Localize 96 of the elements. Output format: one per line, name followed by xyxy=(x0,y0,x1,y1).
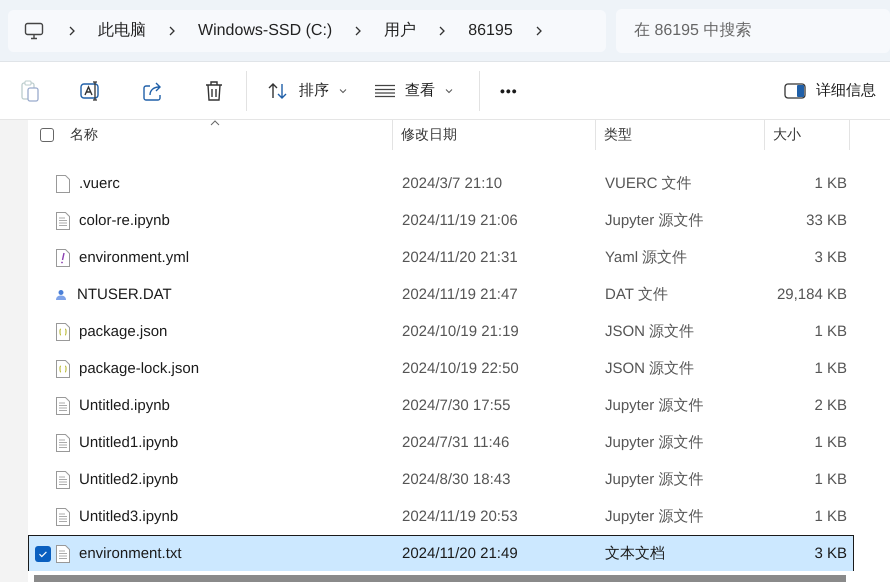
file-size: 3 KB xyxy=(814,249,847,266)
file-size: 1 KB xyxy=(814,508,847,525)
file-row[interactable]: environment.txt 2024/11/20 21:49 文本文档 3 KB xyxy=(28,535,854,571)
file-name: Untitled2.ipynb xyxy=(79,471,178,488)
text-file-icon xyxy=(55,470,71,490)
details-button[interactable]: 详细信息 xyxy=(782,77,878,104)
text-file-icon xyxy=(55,210,71,230)
file-type: 文本文档 xyxy=(605,544,665,563)
details-pane-icon xyxy=(784,82,806,98)
breadcrumb[interactable]: Windows-SSD (C:) xyxy=(198,22,332,40)
file-type: Jupyter 源文件 xyxy=(605,211,704,230)
chevron-right-icon xyxy=(534,24,543,36)
file-name: .vuerc xyxy=(79,175,120,192)
file-size: 1 KB xyxy=(814,323,847,340)
monitor-icon xyxy=(24,22,44,40)
file-row[interactable]: environment.yml 2024/11/20 21:31 Yaml 源文件 3 KB xyxy=(28,239,854,276)
file-row[interactable]: Untitled1.ipynb 2024/7/31 11:46 Jupyter 源文件 1 KB xyxy=(28,424,854,461)
file-type: Jupyter 源文件 xyxy=(605,396,704,415)
lines-icon xyxy=(375,84,395,98)
file-size: 1 KB xyxy=(814,360,847,377)
view-button[interactable]: 查看 xyxy=(373,77,455,104)
file-size: 1 KB xyxy=(814,434,847,451)
text-file-icon xyxy=(55,396,71,416)
file-type: Jupyter 源文件 xyxy=(605,507,704,526)
file-name: Untitled1.ipynb xyxy=(79,434,178,451)
file-name: color-re.ipynb xyxy=(79,212,170,229)
file-type: DAT 文件 xyxy=(605,285,668,304)
modified-date: 2024/7/30 17:55 xyxy=(402,397,510,414)
json-file-icon xyxy=(55,322,71,342)
text-file-icon xyxy=(55,432,71,452)
modified-date: 2024/10/19 22:50 xyxy=(402,360,519,377)
file-type: VUERC 文件 xyxy=(605,174,692,193)
file-row[interactable]: Untitled3.ipynb 2024/11/19 20:53 Jupyter 源文件 1 KB xyxy=(28,498,854,535)
text-file-icon xyxy=(55,506,71,526)
column-header[interactable]: 修改日期 xyxy=(401,126,457,144)
json-file-icon xyxy=(55,358,71,378)
modified-date: 2024/3/7 21:10 xyxy=(402,175,502,192)
file-type: JSON 源文件 xyxy=(605,322,694,341)
file-type: Jupyter 源文件 xyxy=(605,470,704,489)
file-row[interactable]: NTUSER.DAT 2024/11/19 21:47 DAT 文件 29,184 KB xyxy=(28,276,854,313)
file-row[interactable]: package.json 2024/10/19 21:19 JSON 源文件 1 KB xyxy=(28,313,854,350)
caret-icon xyxy=(339,88,347,94)
modified-date: 2024/10/19 21:19 xyxy=(402,323,519,340)
chevron-right-icon xyxy=(354,24,362,36)
chevron-right-icon xyxy=(438,24,446,36)
trash-icon[interactable] xyxy=(204,80,224,102)
file-type: JSON 源文件 xyxy=(605,359,694,378)
sort-button[interactable]: 排序 xyxy=(265,77,349,104)
file-type: Jupyter 源文件 xyxy=(605,433,704,452)
more-button[interactable]: ••• xyxy=(498,78,520,102)
sort-arrows-icon xyxy=(267,82,289,100)
file-name: package.json xyxy=(79,323,168,340)
column-header[interactable]: 大小 xyxy=(773,126,801,144)
chevron-right-icon xyxy=(68,24,76,36)
chevron-right-icon xyxy=(168,24,176,36)
column-header[interactable]: 类型 xyxy=(604,126,632,144)
modified-date: 2024/11/19 21:06 xyxy=(402,212,518,229)
modified-date: 2024/7/31 11:46 xyxy=(402,434,510,451)
modified-date: 2024/11/20 21:49 xyxy=(402,545,518,562)
file-name: Untitled.ipynb xyxy=(79,397,170,414)
breadcrumb[interactable]: 用户 xyxy=(384,20,416,41)
file-name: Untitled3.ipynb xyxy=(79,508,178,525)
file-row[interactable]: Untitled.ipynb 2024/7/30 17:55 Jupyter 源文件 2 KB xyxy=(28,387,854,424)
file-row[interactable]: package-lock.json 2024/10/19 22:50 JSON 源文件 1 KB xyxy=(28,350,854,387)
file-size: 1 KB xyxy=(814,175,847,192)
file-row[interactable]: Untitled2.ipynb 2024/8/30 18:43 Jupyter 源文件 1 KB xyxy=(28,461,854,498)
file-name: environment.txt xyxy=(79,545,182,562)
file-name: NTUSER.DAT xyxy=(77,286,172,303)
file-row[interactable]: .vuerc 2024/3/7 21:10 VUERC 文件 1 KB xyxy=(28,165,854,202)
search-field[interactable]: 在 86195 中搜索 xyxy=(616,8,890,52)
breadcrumb[interactable]: 此电脑 xyxy=(98,20,146,41)
file-size: 3 KB xyxy=(814,545,847,562)
select-all-checkbox[interactable] xyxy=(40,128,54,142)
exclamation-file-icon xyxy=(55,248,71,268)
caret-icon xyxy=(445,88,453,94)
modified-date: 2024/11/20 21:31 xyxy=(402,249,518,266)
address-bar[interactable]: 此电脑 Windows-SSD (C:) 用户 86195 xyxy=(8,10,606,52)
checkbox-checked-icon[interactable] xyxy=(35,546,51,562)
file-type: Yaml 源文件 xyxy=(605,248,688,267)
text-file-icon xyxy=(55,544,71,564)
column-header[interactable]: 名称 xyxy=(70,126,98,144)
modified-date: 2024/11/19 21:47 xyxy=(402,286,518,303)
user-file-icon xyxy=(55,288,69,300)
modified-date: 2024/8/30 18:43 xyxy=(402,471,510,488)
file-name: package-lock.json xyxy=(79,360,200,377)
horizontal-scrollbar[interactable] xyxy=(34,575,846,582)
modified-date: 2024/11/19 20:53 xyxy=(402,508,518,525)
file-size: 1 KB xyxy=(814,471,847,488)
file-row[interactable]: color-re.ipynb 2024/11/19 21:06 Jupyter 源文件 33 KB xyxy=(28,202,854,239)
file-icon xyxy=(55,174,71,194)
file-size: 33 KB xyxy=(806,212,847,229)
file-size: 29,184 KB xyxy=(776,286,847,303)
file-size: 2 KB xyxy=(814,397,847,414)
file-name: environment.yml xyxy=(79,249,190,266)
sort-caret-icon xyxy=(210,120,220,126)
breadcrumb[interactable]: 86195 xyxy=(468,22,513,40)
